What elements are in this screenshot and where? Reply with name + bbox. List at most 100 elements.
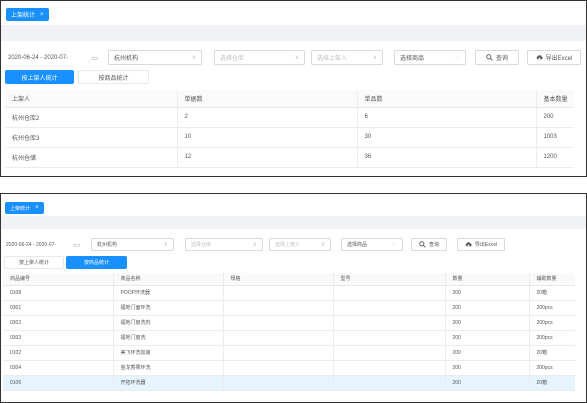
shelver-stats-table: 上架人 单据数 单品数 基本数量 杭州仓库2 2 6 200 杭州仓库3 10 30 1003 杭州仓… — [5, 90, 574, 168]
column-header: 辅助数量 — [529, 273, 575, 286]
table-cell: 6 — [357, 107, 537, 128]
top-panel: 上架统计 × 2020-06-24 - 2020-07- ▭ 杭州机构 ∨ 选择… — [0, 0, 587, 177]
tab-by-product[interactable]: 按商品统计 — [78, 70, 149, 84]
table-row[interactable]: 0303 福地门窗洗 200 200pcs — [3, 330, 575, 346]
org-select[interactable]: 杭州机构 ∨ — [91, 238, 174, 251]
table-body: 杭州仓库2 2 6 200 杭州仓库3 10 30 1003 杭州仓储 12 36 1200 — [5, 107, 574, 168]
warehouse-placeholder: 选择仓库 — [220, 56, 245, 62]
export-label: 导出Excel — [474, 242, 498, 248]
table-body: 0108 POOP环洗器 200 20箱 0301 福地门面环洗 200 200pcs 0302… — [3, 285, 575, 391]
export-label: 导出Excel — [545, 56, 573, 62]
table-cell: 200 — [445, 360, 530, 376]
table-row[interactable]: 0106 开拓环洗器 200 20箱 — [3, 375, 575, 391]
table-cell: 金龙香果环洗 — [113, 360, 224, 376]
tab-shelving-stats[interactable]: 上架统计 × — [6, 8, 49, 21]
table-header-row: 商品编号 商品名称 规格 型号 数量 辅助数量 — [3, 273, 575, 286]
column-header: 上架人 — [5, 90, 178, 108]
table-cell: 0102 — [3, 345, 114, 361]
close-icon[interactable]: × — [40, 12, 44, 18]
org-select-value: 杭州机构 — [114, 56, 139, 62]
table-cell — [223, 345, 334, 361]
query-label: 查询 — [428, 242, 439, 248]
table-cell: 开拓环洗器 — [113, 375, 224, 391]
chevron-down-icon: ∨ — [320, 242, 325, 248]
table-row[interactable]: 杭州仓储 12 36 1200 — [5, 147, 574, 168]
more-icon: ··· — [391, 241, 397, 248]
table-cell: 200 — [445, 300, 530, 316]
calendar-icon: ▭ — [73, 241, 80, 249]
export-excel-button[interactable]: 导出Excel — [457, 238, 505, 251]
tab-shelving-stats[interactable]: 上架统计 × — [5, 202, 44, 214]
tab-by-product[interactable]: 按商品统计 — [66, 256, 127, 269]
tab-strip: 上架统计 × — [1, 194, 586, 216]
table-cell — [223, 300, 334, 316]
product-select-value: 选择商品 — [400, 56, 425, 62]
tab-strip: 上架统计 × — [1, 1, 586, 25]
more-icon: ··· — [454, 54, 460, 61]
date-range-text: 2020-06-24 - 2020-07- — [8, 54, 69, 61]
table-cell: 0301 — [3, 300, 114, 316]
warehouse-select[interactable]: 选择仓库 ∨ — [185, 238, 263, 251]
table-cell: 200pcs — [529, 315, 575, 331]
table-row[interactable]: 0302 福地门窗洗剂 200 200pcs — [3, 315, 575, 331]
chevron-down-icon: ∨ — [163, 242, 168, 248]
column-header: 单据数 — [177, 90, 358, 108]
table-cell: 杭州仓库2 — [5, 107, 178, 128]
table-cell: 200 — [445, 345, 530, 361]
table-cell — [333, 315, 446, 331]
table-cell: 0302 — [3, 315, 114, 331]
table-cell: POOP环洗器 — [113, 285, 224, 301]
column-header: 型号 — [333, 273, 446, 286]
date-range-picker[interactable]: 2020-06-24 - 2020-07- ▭ — [5, 50, 101, 65]
table-header-row: 上架人 单据数 单品数 基本数量 — [5, 90, 574, 108]
close-icon[interactable]: × — [35, 205, 39, 211]
tab-by-shelver[interactable]: 按上架人统计 — [5, 70, 74, 84]
column-header: 规格 — [223, 273, 334, 286]
table-cell: 200 — [536, 107, 574, 128]
chevron-down-icon: ∨ — [191, 55, 196, 61]
column-header: 商品编号 — [3, 273, 114, 286]
table-cell: 0304 — [3, 360, 114, 376]
chevron-down-icon: ∨ — [294, 55, 299, 61]
date-range-picker[interactable]: 2020-06-24 - 2020-07- ▭ — [3, 238, 83, 251]
table-cell — [223, 375, 334, 391]
table-cell: 2 — [177, 107, 358, 128]
table-cell — [333, 285, 446, 301]
date-range-text: 2020-06-24 - 2020-07- — [6, 241, 57, 248]
query-button[interactable]: 查询 — [411, 238, 447, 251]
product-select[interactable]: 选择商品 ··· — [341, 238, 403, 251]
grey-band — [1, 25, 586, 41]
table-cell: 200 — [445, 330, 530, 346]
calendar-icon: ▭ — [91, 54, 98, 62]
org-select-value: 杭州机构 — [97, 242, 118, 248]
table-cell: 1003 — [536, 127, 574, 148]
table-cell: 20箱 — [529, 375, 575, 391]
shelver-select[interactable]: 选择上架人 ∨ — [311, 50, 383, 65]
table-cell — [223, 360, 334, 376]
table-row[interactable]: 0301 福地门面环洗 200 200pcs — [3, 300, 575, 316]
warehouse-select[interactable]: 选择仓库 ∨ — [214, 50, 305, 65]
query-button[interactable]: 查询 — [475, 50, 519, 65]
warehouse-placeholder: 选择仓库 — [191, 242, 212, 248]
table-cell: 美飞环洗加速 — [113, 345, 224, 361]
table-cell: 福地门窗洗 — [113, 330, 224, 346]
table-cell: 200 — [445, 315, 530, 331]
table-row[interactable]: 0102 美飞环洗加速 200 20箱 — [3, 345, 575, 361]
tab-by-shelver[interactable]: 按上架人统计 — [4, 256, 64, 269]
table-cell: 福地门窗洗剂 — [113, 315, 224, 331]
org-select[interactable]: 杭州机构 ∨ — [108, 50, 202, 65]
table-row[interactable]: 杭州仓库3 10 30 1003 — [5, 127, 574, 148]
table-cell — [333, 375, 446, 391]
table-row[interactable]: 杭州仓库2 2 6 200 — [5, 107, 574, 128]
table-row[interactable]: 0304 金龙香果环洗 200 200pcs — [3, 360, 575, 376]
export-excel-button[interactable]: 导出Excel — [527, 50, 581, 65]
table-row[interactable]: 0108 POOP环洗器 200 20箱 — [3, 285, 575, 301]
product-select-value: 选择商品 — [347, 242, 368, 248]
table-cell: 杭州仓库3 — [5, 127, 178, 148]
shelver-select[interactable]: 选择上架人 ∨ — [269, 238, 331, 251]
table-cell — [333, 330, 446, 346]
cloud-download-icon — [536, 55, 543, 60]
table-cell: 12 — [177, 147, 358, 168]
product-select[interactable]: 选择商品 ··· — [394, 50, 466, 65]
shelver-placeholder: 选择上架人 — [275, 242, 301, 248]
